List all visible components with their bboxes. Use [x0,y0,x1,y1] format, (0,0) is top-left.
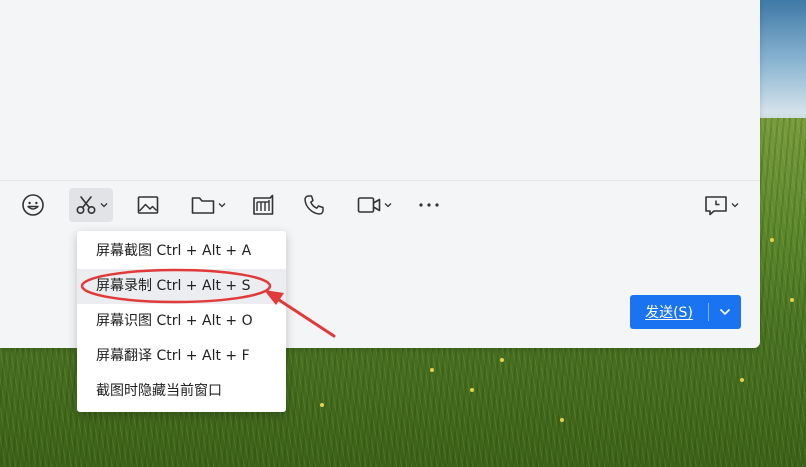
screenshot-button[interactable] [69,188,113,222]
send-options-button[interactable] [709,295,741,329]
chat-history-button[interactable] [698,188,744,222]
chevron-down-icon [731,203,739,208]
chevron-down-icon [218,203,226,208]
voice-call-button[interactable] [299,188,329,222]
more-button[interactable] [414,188,444,222]
chevron-down-icon [719,308,731,316]
image-icon [137,196,159,214]
menu-item-screen-translate[interactable]: 屏幕翻译 Ctrl + Alt + F [77,339,286,374]
chevron-down-icon [384,203,392,208]
smiley-icon [22,194,44,216]
doc-button[interactable] [248,188,278,222]
document-icon [253,194,274,215]
chat-toolbar [0,186,760,224]
video-camera-icon [357,197,381,213]
phone-icon [304,195,324,215]
menu-item-screen-record[interactable]: 屏幕录制 Ctrl + Alt + S [77,269,286,304]
screenshot-menu: 屏幕截图 Ctrl + Alt + A 屏幕录制 Ctrl + Alt + S … [77,231,286,412]
message-clock-icon [705,196,727,216]
menu-item-hide-window[interactable]: 截图时隐藏当前窗口 [77,374,286,409]
image-button[interactable] [133,188,163,222]
file-button[interactable] [185,188,231,222]
scissors-icon [76,196,96,215]
chevron-down-icon [100,203,108,208]
video-call-button[interactable] [351,188,397,222]
send-button[interactable]: 发送(S) [630,295,741,329]
menu-item-screen-capture[interactable]: 屏幕截图 Ctrl + Alt + A [77,234,286,269]
send-label[interactable]: 发送(S) [630,302,708,322]
menu-item-screen-recognize[interactable]: 屏幕识图 Ctrl + Alt + O [77,304,286,339]
more-icon [419,203,439,207]
input-divider [0,180,760,181]
folder-icon [191,197,215,214]
emoji-button[interactable] [17,188,49,222]
